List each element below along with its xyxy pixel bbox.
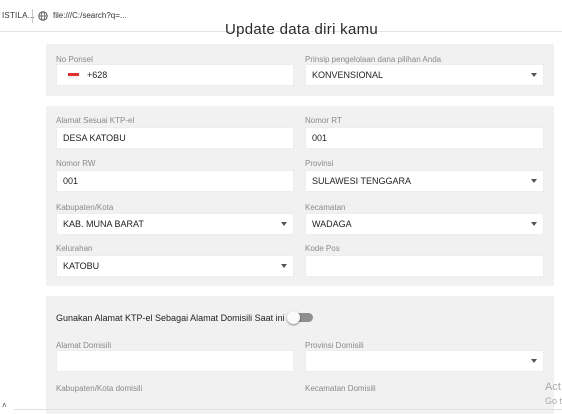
rt-label: Nomor RT [305, 116, 342, 125]
village-label: Kelurahan [56, 244, 93, 253]
domicile-province-select[interactable] [305, 350, 544, 372]
village-value: KATOBU [63, 261, 100, 271]
rt-value: 001 [312, 133, 328, 143]
ktp-address-label: Alamat Sesuai KTP-el [56, 116, 135, 125]
province-select[interactable]: SULAWESI TENGGARA [305, 170, 544, 192]
rw-label: Nomor RW [56, 159, 96, 168]
city-value: KAB. MUNA BARAT [63, 219, 144, 229]
postal-label: Kode Pos [305, 244, 340, 253]
province-label: Provinsi [305, 159, 334, 168]
activate-windows-watermark: Act [545, 381, 561, 393]
domicile-address-label: Alamat Domisili [56, 341, 112, 350]
chevron-down-icon [531, 179, 537, 183]
village-select[interactable]: KATOBU [56, 255, 294, 277]
domicile-address-input[interactable] [56, 350, 294, 372]
chevron-down-icon [531, 222, 537, 226]
tab-divider [32, 9, 33, 23]
globe-icon [38, 11, 48, 21]
district-select[interactable]: WADAGA [305, 213, 544, 235]
chevron-down-icon [531, 73, 537, 77]
use-ktp-address-toggle[interactable] [287, 310, 313, 324]
ktp-address-input[interactable]: DESA KATOBU [56, 127, 294, 149]
browser-tab-url[interactable]: file:///C:/search?q=... [53, 11, 127, 20]
domicile-province-label: Provinsi Domisili [305, 341, 364, 350]
phone-label: No Ponsel [56, 55, 93, 64]
district-label: Kecamatan [305, 203, 346, 212]
rt-input[interactable]: 001 [305, 127, 544, 149]
postal-input[interactable] [305, 255, 544, 277]
use-ktp-address-toggle-label: Gunakan Alamat KTP-el Sebagai Alamat Dom… [56, 313, 285, 323]
principle-value: KONVENSIONAL [312, 70, 384, 80]
indonesia-flag-icon [68, 73, 79, 79]
chevron-down-icon [281, 264, 287, 268]
ktp-address-value: DESA KATOBU [63, 133, 126, 143]
domicile-district-label: Kecamatan Domisili [305, 384, 376, 393]
principle-label: Prinsip pengelolaan dana pilihan Anda [305, 55, 442, 64]
browser-tab-title[interactable]: ISTILA... [2, 11, 35, 20]
city-select[interactable]: KAB. MUNA BARAT [56, 213, 294, 235]
chevron-down-icon [531, 359, 537, 363]
page-title: Update data diri kamu [225, 21, 379, 38]
toggle-knob [287, 310, 300, 324]
chevron-up-icon[interactable]: ˄ [2, 401, 7, 410]
principle-select[interactable]: KONVENSIONAL [305, 64, 544, 86]
activate-windows-watermark-sub: Go t [545, 396, 562, 406]
district-value: WADAGA [312, 219, 352, 229]
browser-window: ISTILA... file:///C:/search?q=... Update… [0, 0, 562, 414]
domicile-city-label: Kabupaten/Kota domisili [56, 384, 143, 393]
province-value: SULAWESI TENGGARA [312, 176, 412, 186]
chevron-down-icon [281, 222, 287, 226]
phone-input[interactable]: +628 [56, 64, 294, 86]
rw-value: 001 [63, 176, 79, 186]
rw-input[interactable]: 001 [56, 170, 294, 192]
phone-value: +628 [87, 70, 108, 80]
bottom-divider [14, 409, 562, 410]
city-label: Kabupaten/Kota [56, 203, 114, 212]
